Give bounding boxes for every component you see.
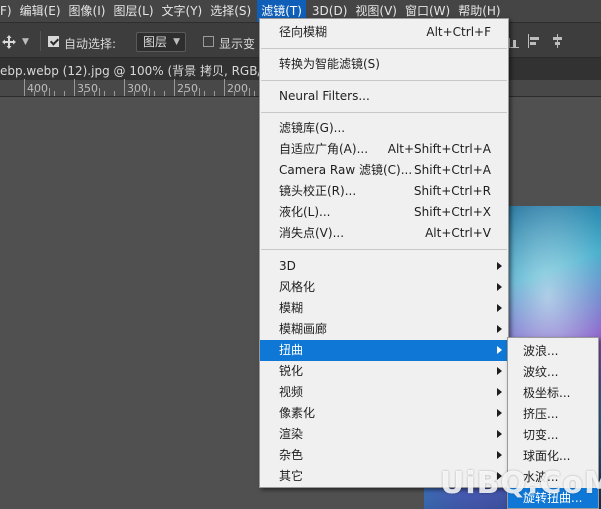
submenu-arrow-icon — [497, 304, 502, 312]
menu-item-camera-raw[interactable]: Camera Raw 滤镜(C)... Shift+Ctrl+A — [260, 160, 508, 181]
submenu-item-wave[interactable]: 波浪... — [508, 341, 598, 362]
submenu-item-shear[interactable]: 切变... — [508, 425, 598, 446]
menu-item-render[interactable]: 渲染 — [260, 424, 508, 445]
menu-item-adaptive-wide-angle[interactable]: 自适应广角(A)... Alt+Shift+Ctrl+A — [260, 139, 508, 160]
auto-select-checkbox[interactable] — [48, 36, 59, 47]
submenu-item-spherize[interactable]: 球面化... — [508, 446, 598, 467]
menu-item-noise[interactable]: 杂色 — [260, 445, 508, 466]
move-tool-icon[interactable] — [2, 35, 16, 49]
menu-item-vanishing-point[interactable]: 消失点(V)... Alt+Ctrl+V — [260, 223, 508, 244]
filter-menu: 径向模糊 Alt+Ctrl+F 转换为智能滤镜(S) Neural Filter… — [259, 18, 509, 488]
menu-item-neural-filters[interactable]: Neural Filters... — [260, 86, 508, 107]
menu-item-filter-gallery[interactable]: 滤镜库(G)... — [260, 118, 508, 139]
menu-type[interactable]: 文字(Y) — [158, 0, 207, 22]
show-transform-label: 显示变 — [219, 37, 256, 51]
submenu-item-polar-coordinates[interactable]: 极坐标... — [508, 383, 598, 404]
submenu-arrow-icon — [497, 409, 502, 417]
align-horizontal-center-icon[interactable] — [551, 34, 565, 48]
menu-separator — [261, 80, 507, 81]
tool-preset-chevron-icon[interactable]: ▼ — [22, 37, 29, 47]
menu-item-pixelate[interactable]: 像素化 — [260, 403, 508, 424]
menu-item-distort[interactable]: 扭曲 — [260, 340, 508, 361]
align-buttons — [505, 34, 565, 48]
menu-separator — [261, 112, 507, 113]
submenu-arrow-icon — [497, 346, 502, 354]
submenu-arrow-icon — [497, 388, 502, 396]
menu-item-sharpen[interactable]: 锐化 — [260, 361, 508, 382]
menu-item-liquify[interactable]: 液化(L)... Shift+Ctrl+X — [260, 202, 508, 223]
menu-separator — [261, 249, 507, 250]
submenu-arrow-icon — [497, 262, 502, 270]
menu-item-lens-correction[interactable]: 镜头校正(R)... Shift+Ctrl+R — [260, 181, 508, 202]
menu-layer[interactable]: 图层(L) — [109, 0, 157, 22]
menu-select[interactable]: 选择(S) — [206, 0, 255, 22]
document-tab-title: ebp.webp (12).jpg @ 100% (背景 拷贝, RGB/8#)… — [0, 64, 294, 78]
menu-separator — [261, 48, 507, 49]
submenu-item-ripple[interactable]: 波纹... — [508, 362, 598, 383]
submenu-arrow-icon — [497, 325, 502, 333]
show-transform-checkbox[interactable] — [203, 36, 214, 47]
submenu-arrow-icon — [497, 367, 502, 375]
options-divider — [40, 31, 41, 51]
menu-item-convert-smart-filters[interactable]: 转换为智能滤镜(S) — [260, 54, 508, 75]
auto-select-target-value: 图层 — [143, 35, 168, 49]
auto-select-label: 自动选择: — [64, 37, 117, 51]
auto-select-target-dropdown[interactable]: 图层 ▼ — [136, 32, 186, 52]
menu-item-blur-gallery[interactable]: 模糊画廊 — [260, 319, 508, 340]
submenu-arrow-icon — [497, 451, 502, 459]
align-left-icon[interactable] — [528, 34, 542, 48]
menu-item-stylize[interactable]: 风格化 — [260, 277, 508, 298]
menu-item-radial-blur[interactable]: 径向模糊 Alt+Ctrl+F — [260, 22, 508, 43]
submenu-item-pinch[interactable]: 挤压... — [508, 404, 598, 425]
watermark-logo: UiBQ.CoM — [440, 466, 601, 501]
chevron-down-icon: ▼ — [173, 37, 180, 47]
menu-item-blur[interactable]: 模糊 — [260, 298, 508, 319]
menu-file[interactable]: F) — [0, 0, 16, 22]
menu-item-video[interactable]: 视频 — [260, 382, 508, 403]
submenu-arrow-icon — [497, 430, 502, 438]
menu-item-3d[interactable]: 3D — [260, 256, 508, 277]
menu-edit[interactable]: 编辑(E) — [16, 0, 65, 22]
menu-image[interactable]: 图像(I) — [65, 0, 110, 22]
submenu-arrow-icon — [497, 283, 502, 291]
